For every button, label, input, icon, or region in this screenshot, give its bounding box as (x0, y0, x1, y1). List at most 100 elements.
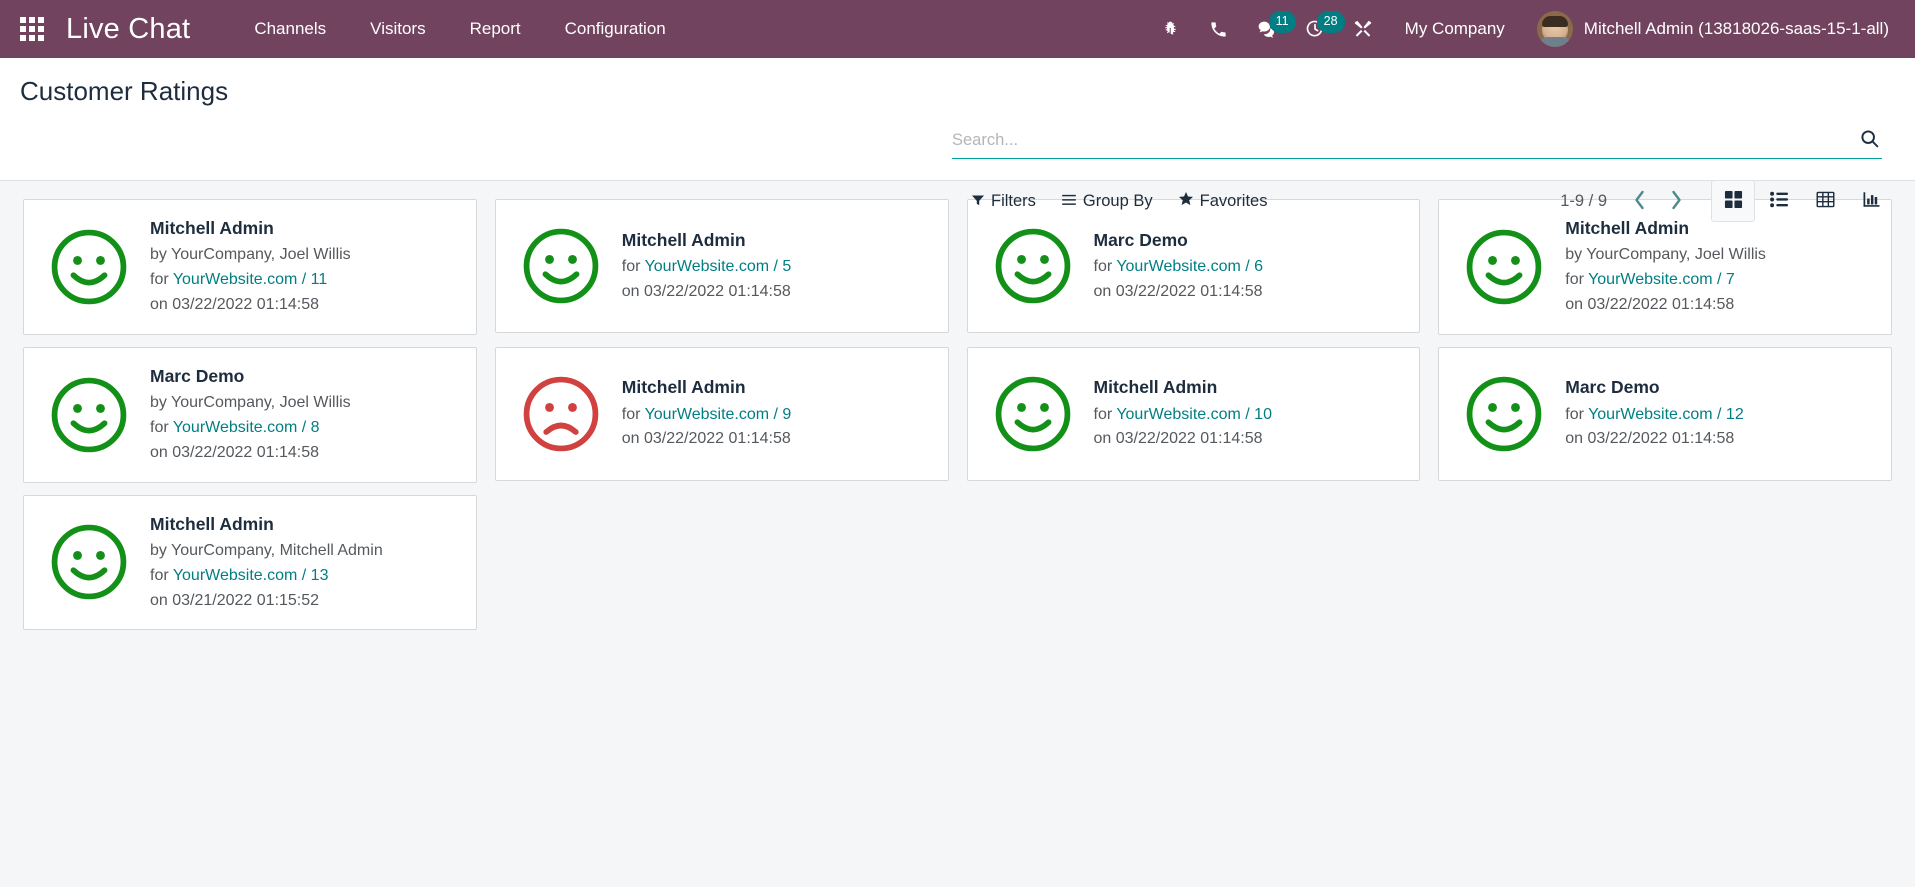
bars-icon (1062, 192, 1076, 211)
navbar-systray: 11 28 My Company Mitchell Admin (1381802… (1147, 7, 1893, 51)
search-input[interactable] (952, 130, 1857, 150)
view-switcher-kanban[interactable] (1711, 180, 1755, 222)
rating-author-line: by YourCompany, Joel Willis (1565, 246, 1766, 264)
pager-value: 1-9 / 9 (1560, 191, 1607, 210)
kanban-view: Mitchell Admin by YourCompany, Joel Willi… (0, 181, 1915, 887)
rating-partner-name: Marc Demo (1565, 377, 1660, 398)
kanban-card-body: Mitchell Admin for YourWebsite.com / 10 on… (1094, 375, 1272, 452)
kanban-card-inner[interactable]: Mitchell Admin for YourWebsite.com / 9 on … (494, 346, 949, 481)
company-switcher[interactable]: My Company (1387, 11, 1523, 47)
rating-happy-face-icon (1463, 373, 1545, 455)
rating-partner-name: Mitchell Admin (1093, 377, 1218, 398)
menu-item-visitors[interactable]: Visitors (348, 11, 447, 47)
rating-partner-name: Mitchell Admin (150, 513, 274, 534)
pager-previous-button[interactable] (1623, 186, 1656, 217)
rating-resource-line: for YourWebsite.com / 11 (150, 268, 351, 293)
favorites-dropdown-button[interactable]: Favorites (1178, 191, 1267, 211)
bar-chart-icon (1862, 190, 1881, 212)
kanban-card[interactable]: Marc Demo by YourCompany, Joel Willis for … (14, 341, 486, 489)
kanban-card[interactable]: Marc Demo for YourWebsite.com / 12 on 03/2… (1429, 341, 1901, 489)
pager: 1-9 / 9 (1560, 186, 1693, 217)
developer-tools-button[interactable] (1339, 8, 1387, 50)
kanban-card[interactable]: Mitchell Admin by YourCompany, Mitchell A… (14, 489, 486, 637)
rating-author-line: by YourCompany, Mitchell Admin (150, 541, 383, 559)
rating-resource-link[interactable]: YourWebsite.com / 11 (173, 271, 327, 288)
pager-next-button[interactable] (1660, 186, 1693, 217)
menu-item-channels[interactable]: Channels (232, 11, 348, 47)
apps-menu-button[interactable] (10, 7, 54, 51)
rating-author-line: by YourCompany, Joel Willis (150, 394, 351, 412)
kanban-card-inner[interactable]: Marc Demo by YourCompany, Joel Willis for … (23, 346, 477, 483)
control-panel-right: 1-9 / 9 (1560, 180, 1893, 222)
menu-item-report[interactable]: Report (448, 11, 543, 47)
chevron-right-icon (1670, 190, 1683, 213)
kanban-card-body: Mitchell Admin by YourCompany, Joel Willi… (150, 216, 351, 318)
rating-resource-prefix: for (621, 405, 645, 423)
rating-happy-face-icon (48, 226, 130, 308)
chevron-left-icon (1633, 190, 1646, 213)
top-navbar: Live Chat Channels Visitors Report Confi… (0, 0, 1915, 58)
avatar (1536, 11, 1573, 47)
view-switcher-list[interactable] (1757, 180, 1801, 222)
rating-resource-line: for YourWebsite.com / 9 (622, 403, 792, 428)
view-switcher-pivot[interactable] (1803, 180, 1847, 222)
kanban-card-body: Marc Demo by YourCompany, Joel Willis for … (150, 364, 351, 466)
filters-dropdown-button[interactable]: Filters (972, 192, 1036, 211)
kanban-card-body: Mitchell Admin for YourWebsite.com / 9 on … (622, 375, 792, 452)
kanban-card-body: Marc Demo for YourWebsite.com / 12 on 03/2… (1565, 375, 1743, 452)
rating-date-line: on 03/22/2022 01:14:58 (150, 295, 320, 313)
rating-resource-prefix: for (150, 418, 173, 436)
list-icon (1769, 190, 1789, 212)
control-panel-bottom: Filters Group By Favorites 1-9 / 9 (0, 180, 1915, 222)
kanban-card-body: Marc Demo for YourWebsite.com / 6 on 03/22… (1094, 228, 1264, 305)
kanban-card[interactable]: Mitchell Admin for YourWebsite.com / 9 on … (486, 341, 958, 489)
view-switcher-graph[interactable] (1849, 180, 1893, 222)
kanban-card-body: Mitchell Admin by YourCompany, Mitchell A… (150, 512, 383, 614)
kanban-card-body: Mitchell Admin by YourCompany, Joel Willi… (1565, 216, 1766, 318)
rating-resource-link[interactable]: YourWebsite.com / 13 (173, 567, 329, 584)
bug-report-button[interactable] (1147, 8, 1195, 50)
rating-happy-face-icon (992, 373, 1074, 455)
rating-resource-link[interactable]: YourWebsite.com / 7 (1588, 271, 1735, 288)
user-menu-label: Mitchell Admin (13818026-saas-15-1-all) (1583, 19, 1889, 38)
rating-date-line: on 03/21/2022 01:15:52 (150, 591, 320, 609)
bug-icon (1161, 20, 1180, 39)
rating-resource-link[interactable]: YourWebsite.com / 8 (173, 419, 320, 436)
search-icon (1859, 128, 1880, 152)
page-title: Customer Ratings (20, 76, 229, 106)
rating-resource-link[interactable]: YourWebsite.com / 6 (1116, 258, 1263, 275)
rating-partner-name: Mitchell Admin (621, 377, 746, 398)
rating-resource-prefix: for (1565, 405, 1589, 423)
rating-resource-link[interactable]: YourWebsite.com / 9 (645, 406, 792, 423)
kanban-card-inner[interactable]: Mitchell Admin by YourCompany, Mitchell A… (23, 494, 477, 631)
tools-icon (1353, 19, 1373, 39)
rating-resource-link[interactable]: YourWebsite.com / 12 (1588, 406, 1744, 423)
rating-resource-prefix: for (621, 257, 645, 275)
rating-resource-prefix: for (1093, 405, 1117, 423)
user-menu[interactable]: Mitchell Admin (13818026-saas-15-1-all) (1523, 7, 1893, 51)
search-button[interactable] (1857, 128, 1882, 152)
kanban-card-inner[interactable]: Mitchell Admin for YourWebsite.com / 10 on… (966, 346, 1421, 481)
rating-date-line: on 03/22/2022 01:14:58 (150, 443, 320, 461)
group-by-dropdown-button[interactable]: Group By (1062, 192, 1153, 211)
rating-partner-name: Mitchell Admin (621, 229, 746, 250)
rating-date-line: on 03/22/2022 01:14:58 (1093, 430, 1263, 448)
kanban-card[interactable]: Mitchell Admin for YourWebsite.com / 10 on… (958, 341, 1430, 489)
rating-date-line: on 03/22/2022 01:14:58 (1565, 430, 1735, 448)
rating-resource-line: for YourWebsite.com / 7 (1565, 268, 1766, 293)
search-view (952, 128, 1882, 159)
kanban-icon (1724, 190, 1743, 212)
app-brand-live-chat[interactable]: Live Chat (66, 13, 190, 46)
activities-menu-button[interactable]: 28 (1291, 8, 1345, 50)
phone-icon (1209, 20, 1228, 39)
kanban-card-inner[interactable]: Marc Demo for YourWebsite.com / 12 on 03/2… (1438, 346, 1892, 481)
rating-date-line: on 03/22/2022 01:14:58 (621, 282, 791, 300)
voip-phone-button[interactable] (1195, 8, 1243, 50)
rating-happy-face-icon (520, 225, 602, 307)
rating-resource-line: for YourWebsite.com / 13 (150, 564, 383, 589)
rating-resource-link[interactable]: YourWebsite.com / 5 (645, 258, 792, 275)
rating-resource-link[interactable]: YourWebsite.com / 10 (1116, 406, 1272, 423)
apps-grid-icon (20, 17, 44, 41)
messaging-menu-button[interactable]: 11 (1243, 8, 1296, 50)
menu-item-configuration[interactable]: Configuration (543, 11, 688, 47)
